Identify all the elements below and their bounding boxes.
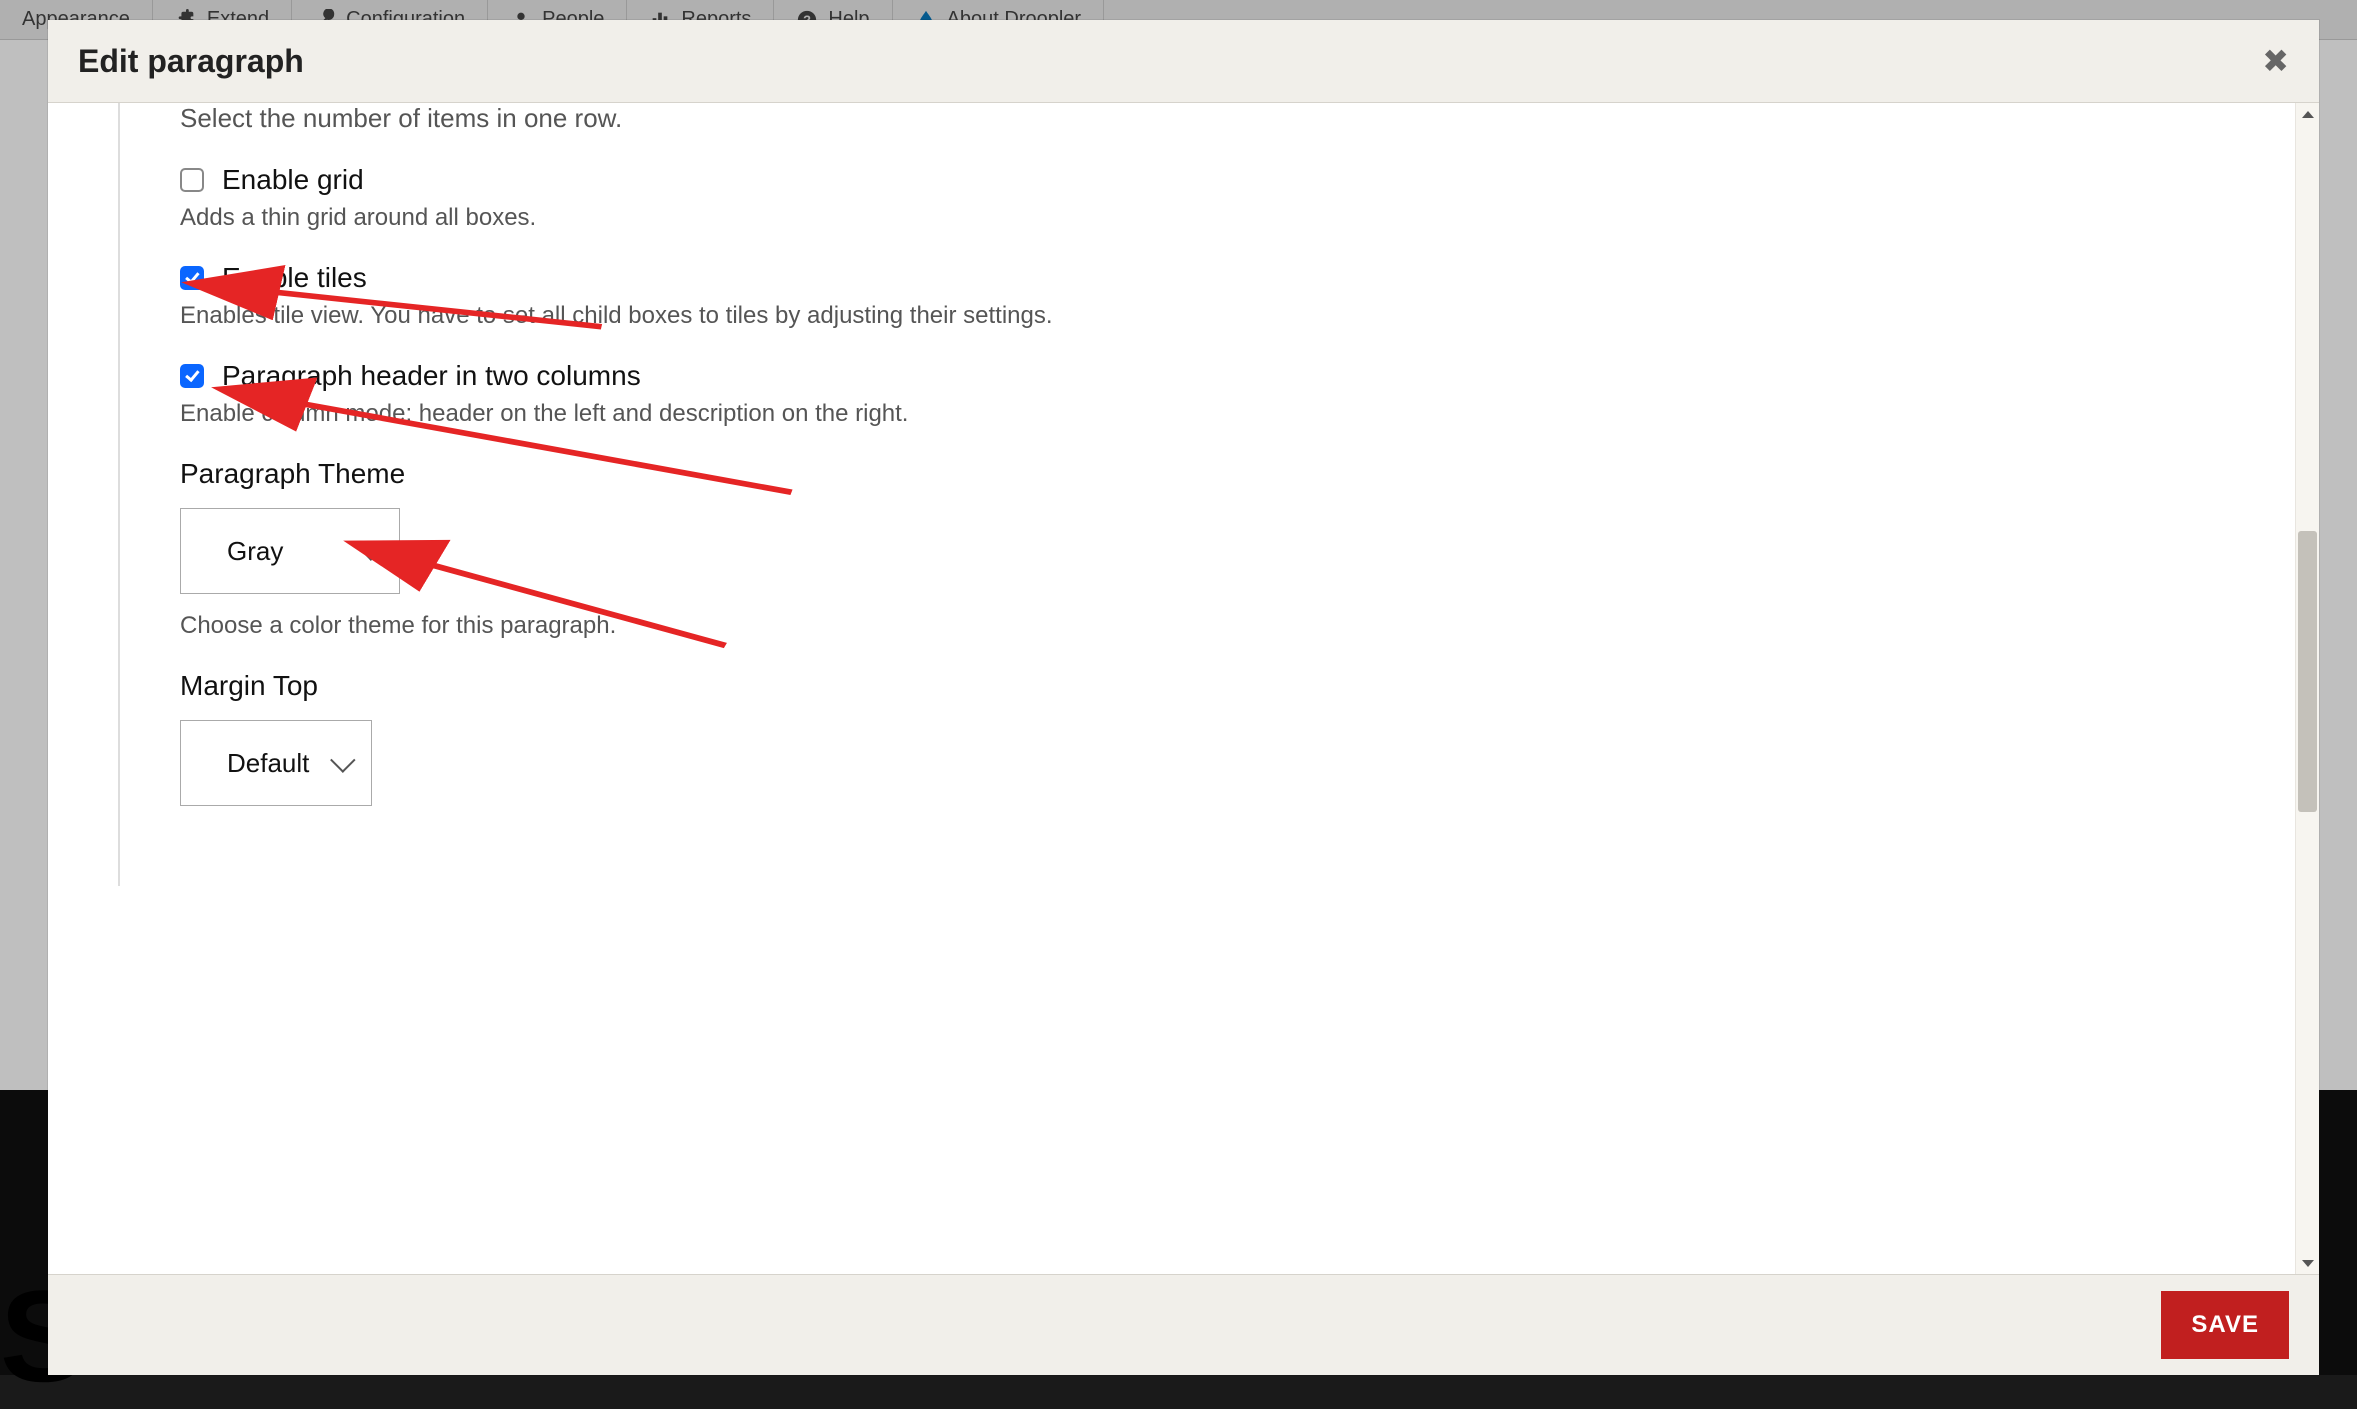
paragraph-theme-field: Paragraph Theme Gray Choose a color them… [180,458,2257,640]
two-columns-field: Paragraph header in two columns Enable c… [180,360,2257,428]
paragraph-theme-help: Choose a color theme for this paragraph. [180,612,2257,640]
enable-tiles-checkbox[interactable] [180,266,204,290]
enable-grid-checkbox[interactable] [180,168,204,192]
modal-title: Edit paragraph [78,43,304,80]
two-columns-label: Paragraph header in two columns [222,360,641,392]
scrollbar-track[interactable] [2296,125,2319,1252]
scroll-up-arrow[interactable] [2296,103,2319,125]
chevron-down-icon [358,535,383,560]
enable-grid-help: Adds a thin grid around all boxes. [180,204,2257,232]
two-columns-checkbox[interactable] [180,364,204,388]
scrollbar-thumb[interactable] [2298,531,2317,813]
paragraph-theme-value: Gray [227,536,283,567]
items-per-row-help: Select the number of items in one row. [180,103,2257,134]
enable-grid-label: Enable grid [222,164,364,196]
enable-tiles-field: Enable tiles Enables tile view. You have… [180,262,2257,330]
margin-top-value: Default [227,748,309,779]
edit-paragraph-modal: Edit paragraph ✖ Select the number of it… [48,20,2319,1375]
enable-tiles-label: Enable tiles [222,262,367,294]
modal-footer: SAVE [48,1275,2319,1375]
enable-tiles-help: Enables tile view. You have to set all c… [180,302,2257,330]
chevron-down-icon [330,747,355,772]
margin-top-field: Margin Top Default [180,670,2257,816]
scroll-down-arrow[interactable] [2296,1252,2319,1274]
modal-header: Edit paragraph ✖ [48,20,2319,103]
enable-grid-field: Enable grid Adds a thin grid around all … [180,164,2257,232]
paragraph-theme-label: Paragraph Theme [180,458,2257,490]
save-button[interactable]: SAVE [2161,1291,2289,1359]
modal-scrollbar[interactable] [2295,103,2319,1274]
two-columns-help: Enable column mode: header on the left a… [180,400,2257,428]
margin-top-label: Margin Top [180,670,2257,702]
close-icon[interactable]: ✖ [2262,42,2289,80]
margin-top-select[interactable]: Default [180,720,372,806]
paragraph-theme-select[interactable]: Gray [180,508,400,594]
